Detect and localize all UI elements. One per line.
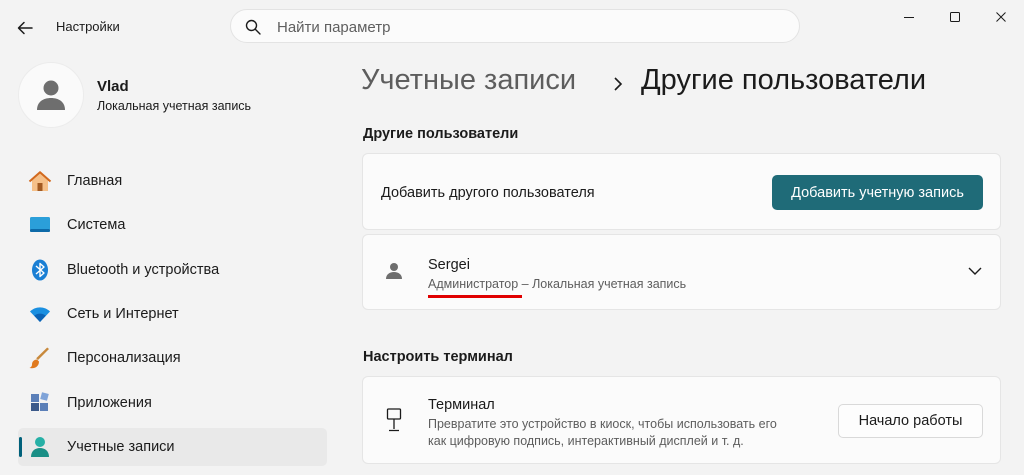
section-title-kiosk: Настроить терминал — [363, 349, 513, 365]
nav-label-apps: Приложения — [67, 395, 152, 411]
accounts-icon — [28, 435, 52, 459]
chevron-right-icon — [614, 77, 623, 91]
brush-icon — [28, 346, 52, 370]
wifi-icon — [28, 302, 52, 326]
search-input[interactable] — [275, 16, 779, 38]
kiosk-description-line1: Превратите это устройство в киоск, чтобы… — [428, 417, 777, 431]
kiosk-icon — [386, 408, 402, 432]
nav-item-home[interactable]: Главная — [18, 162, 327, 200]
avatar[interactable] — [18, 62, 84, 128]
bluetooth-icon — [28, 258, 52, 282]
app-title: Настройки — [56, 19, 120, 34]
page-title: Другие пользователи — [641, 64, 927, 96]
other-user-role: Администратор — [428, 277, 519, 291]
home-icon — [28, 169, 52, 193]
nav-item-personalization[interactable]: Персонализация — [18, 339, 327, 377]
nav-label-bluetooth: Bluetooth и устройства — [67, 262, 220, 278]
nav-active-indicator — [19, 437, 22, 457]
nav-label-system: Система — [67, 217, 126, 233]
user-account-type: Локальная учетная запись — [97, 99, 252, 113]
add-account-button[interactable]: Добавить учетную запись — [772, 175, 983, 210]
nav-item-network[interactable]: Сеть и Интернет — [18, 295, 327, 333]
other-user-account-type: – Локальная учетная запись — [518, 277, 687, 291]
get-started-button[interactable]: Начало работы — [838, 404, 983, 438]
minimize-button[interactable] — [886, 0, 932, 34]
other-user-name: Sergei — [428, 257, 470, 273]
nav-label-network: Сеть и Интернет — [67, 306, 179, 322]
close-icon — [996, 12, 1006, 22]
section-title-other-users: Другие пользователи — [363, 126, 519, 142]
nav-item-system[interactable]: Система — [18, 206, 327, 244]
user-name: Vlad — [97, 78, 129, 95]
nav-label-personalization: Персонализация — [67, 350, 181, 366]
breadcrumb-parent[interactable]: Учетные записи — [361, 64, 576, 97]
search-icon — [245, 19, 261, 35]
back-arrow-icon — [17, 21, 33, 35]
annotation-underline — [428, 295, 522, 298]
back-button[interactable] — [10, 14, 40, 42]
apps-icon — [28, 391, 52, 415]
add-user-label: Добавить другого пользователя — [381, 185, 595, 201]
maximize-icon — [950, 12, 960, 22]
nav-item-accounts[interactable]: Учетные записи — [18, 428, 327, 466]
user-icon — [386, 263, 402, 279]
nav-item-bluetooth[interactable]: Bluetooth и устройства — [18, 251, 327, 289]
search-box[interactable] — [230, 9, 800, 43]
nav-item-apps[interactable]: Приложения — [18, 384, 327, 422]
user-avatar-icon — [37, 80, 65, 110]
close-button[interactable] — [978, 0, 1024, 34]
nav-label-home: Главная — [67, 173, 123, 189]
kiosk-title: Терминал — [428, 397, 495, 413]
minimize-icon — [904, 17, 914, 18]
maximize-button[interactable] — [932, 0, 978, 34]
kiosk-description-line2: как цифровую подпись, интерактивный дисп… — [428, 434, 744, 448]
nav-label-accounts: Учетные записи — [67, 439, 175, 455]
other-user-description: Администратор – Локальная учетная запись — [428, 277, 686, 291]
chevron-down-icon[interactable] — [967, 265, 983, 277]
system-icon — [28, 213, 52, 237]
